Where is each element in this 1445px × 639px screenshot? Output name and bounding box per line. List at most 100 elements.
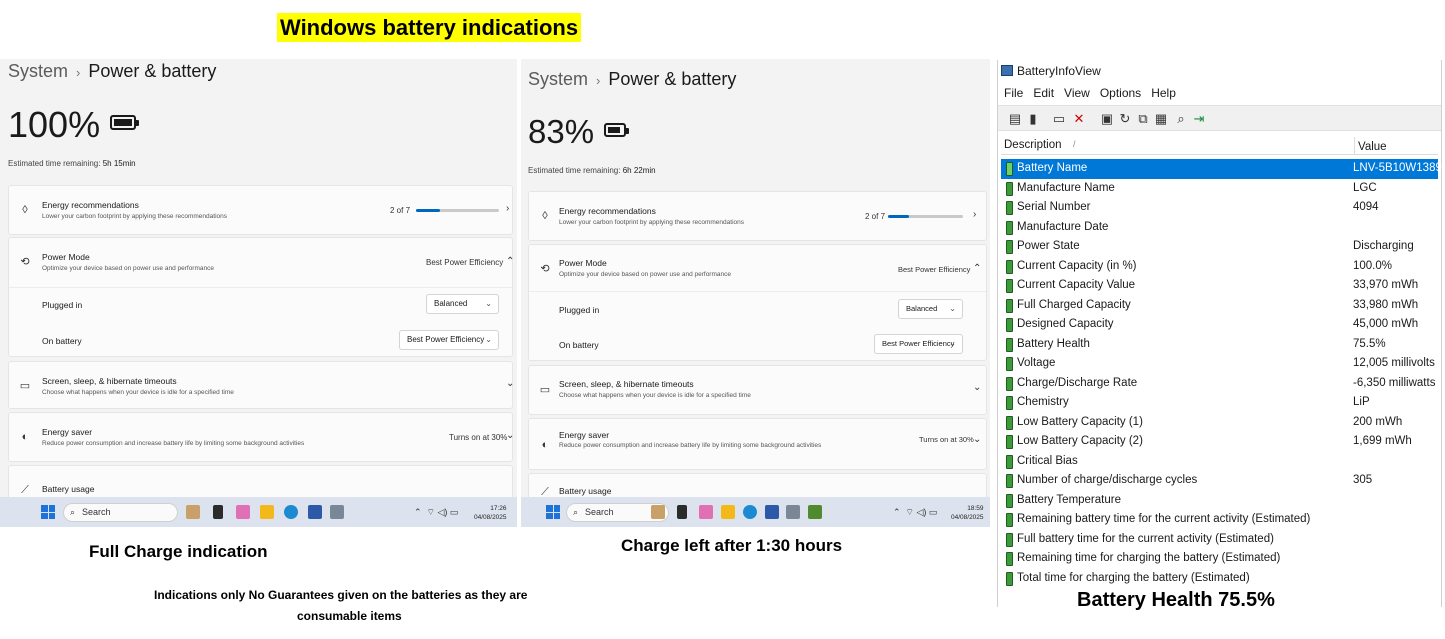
menu-view[interactable]: View <box>1064 86 1090 100</box>
list-item[interactable]: Chemistry LiP <box>1001 393 1438 413</box>
breadcrumb-parent[interactable]: System <box>528 69 588 89</box>
list-item[interactable]: Total time for charging the battery (Est… <box>1001 569 1438 589</box>
batteryinfoview-window: BatteryInfoView File Edit View Options Help … <box>997 60 1445 607</box>
store-icon[interactable] <box>765 505 779 519</box>
property-value: 75.5% <box>1353 337 1386 350</box>
list-item[interactable]: Battery Health 75.5% <box>1001 335 1438 355</box>
properties-icon[interactable]: ▤ <box>1008 111 1022 126</box>
widget-icon[interactable] <box>651 505 665 519</box>
list-item[interactable]: Current Capacity Value 33,970 mWh <box>1001 276 1438 296</box>
edge-icon[interactable] <box>743 505 757 519</box>
energy-title: Energy recommendations <box>559 206 656 216</box>
menu-file[interactable]: File <box>1004 86 1023 100</box>
chevron-up-icon[interactable]: ⌃ <box>506 256 514 267</box>
energy-saver-card[interactable]: ◐ Energy saver Reduce power consumption … <box>528 418 987 470</box>
breadcrumb-current: Power & battery <box>608 69 737 89</box>
list-item[interactable]: Battery Temperature <box>1001 491 1438 511</box>
task-view-icon[interactable] <box>213 505 223 519</box>
list-item[interactable]: Designed Capacity 45,000 mWh <box>1001 315 1438 335</box>
caption-charge-left: Charge left after 1:30 hours <box>621 536 843 555</box>
breadcrumb: System › Power & battery <box>8 61 216 82</box>
widget-icon[interactable] <box>186 505 200 519</box>
list-item[interactable]: Battery Name LNV-5B10W13894 <box>1001 159 1445 179</box>
settings-icon[interactable] <box>786 505 800 519</box>
property-name: Current Capacity (in %) <box>1017 259 1137 272</box>
store-icon[interactable] <box>308 505 322 519</box>
list-item[interactable]: Serial Number 4094 <box>1001 198 1438 218</box>
sleep-timeouts-card[interactable]: ▭ Screen, sleep, & hibernate timeouts Ch… <box>528 365 987 415</box>
task-view-icon[interactable] <box>677 505 687 519</box>
save-icon[interactable]: ▣ <box>1100 111 1114 126</box>
energy-recommendations-card[interactable]: ◊ Energy recommendations Lower your carb… <box>8 185 513 235</box>
column-value[interactable]: Value <box>1354 137 1387 155</box>
property-value: Discharging <box>1353 240 1414 252</box>
menu-help[interactable]: Help <box>1151 86 1176 100</box>
breadcrumb-parent[interactable]: System <box>8 61 68 81</box>
estimated-time-value: 5h 15min <box>102 159 136 168</box>
battery-view-icon[interactable]: ▮ <box>1026 111 1040 126</box>
list-item[interactable]: Full Charged Capacity 33,980 mWh <box>1001 296 1438 316</box>
list-item[interactable]: Full battery time for the current activi… <box>1001 530 1438 550</box>
menu-edit[interactable]: Edit <box>1033 86 1054 100</box>
exit-icon[interactable]: ⇥ <box>1192 111 1206 126</box>
on-battery-label: On battery <box>42 336 82 346</box>
delete-icon[interactable]: ✕ <box>1072 111 1086 126</box>
list-item[interactable]: Remaining time for charging the battery … <box>1001 549 1438 569</box>
property-name: Battery Health <box>1017 337 1090 350</box>
system-tray-icons[interactable]: ⌃ ⌔ ◁) ▭ <box>893 507 937 518</box>
on-battery-dropdown[interactable]: Best Power Efficiency ⌄ <box>874 334 963 354</box>
log-view-icon[interactable]: ▭ <box>1052 111 1066 126</box>
list-item[interactable]: Power State Discharging <box>1001 237 1438 257</box>
list-item[interactable]: Remaining battery time for the current a… <box>1001 510 1438 530</box>
property-name: Total time for charging the battery (Est… <box>1017 571 1250 584</box>
energy-recommendations-card[interactable]: ◊ Energy recommendations Lower your carb… <box>528 191 987 241</box>
batteryinfoview-taskbar-icon[interactable] <box>808 505 822 519</box>
on-battery-label: On battery <box>559 340 599 350</box>
power-mode-value[interactable]: Best Power Efficiency <box>426 258 503 267</box>
power-mode-value[interactable]: Best Power Efficiency <box>898 265 970 274</box>
find-icon[interactable]: ⌕ <box>1174 111 1188 126</box>
list-item[interactable]: Manufacture Name LGC <box>1001 179 1438 199</box>
column-description[interactable]: Description <box>1004 139 1062 151</box>
copilot-icon[interactable] <box>699 505 713 519</box>
property-name: Battery Temperature <box>1017 493 1121 506</box>
menu-options[interactable]: Options <box>1100 86 1141 100</box>
copilot-icon[interactable] <box>236 505 250 519</box>
caption-battery-health: Battery Health 75.5% <box>1077 589 1275 611</box>
chevron-up-icon[interactable]: ⌃ <box>973 263 981 274</box>
search-icon: ⌕ <box>573 507 579 517</box>
html-report-icon[interactable]: ▦ <box>1154 111 1168 126</box>
file-explorer-icon[interactable] <box>260 505 274 519</box>
start-icon[interactable] <box>546 505 560 519</box>
property-value: 4094 <box>1353 201 1379 213</box>
on-battery-dropdown[interactable]: Best Power Efficiency ⌄ <box>399 330 499 350</box>
battery-percent-row: 83% <box>528 113 630 151</box>
clock[interactable]: 17:26 04/08/2025 <box>474 504 507 522</box>
settings-icon[interactable] <box>330 505 344 519</box>
clock[interactable]: 18:59 04/08/2025 <box>951 504 984 522</box>
copy-icon[interactable]: ⧉ <box>1136 111 1150 126</box>
edge-icon[interactable] <box>284 505 298 519</box>
sleep-timeouts-card[interactable]: ▭ Screen, sleep, & hibernate timeouts Ch… <box>8 361 514 409</box>
energy-saver-card[interactable]: ◐ Energy saver Reduce power consumption … <box>8 412 514 462</box>
monitor-icon: ▭ <box>539 384 551 396</box>
list-item[interactable]: Critical Bias <box>1001 452 1438 472</box>
plugged-in-dropdown[interactable]: Balanced ⌄ <box>426 294 499 314</box>
taskbar-search[interactable]: ⌕ Search <box>63 503 178 522</box>
energy-progress-fill <box>416 209 440 212</box>
file-explorer-icon[interactable] <box>721 505 735 519</box>
list-item[interactable]: Low Battery Capacity (2) 1,699 mWh <box>1001 432 1438 452</box>
start-icon[interactable] <box>41 505 55 519</box>
energy-progress-bar <box>888 215 963 218</box>
list-item[interactable]: Number of charge/discharge cycles 305 <box>1001 471 1438 491</box>
list-item[interactable]: Low Battery Capacity (1) 200 mWh <box>1001 413 1438 433</box>
system-tray-icons[interactable]: ⌃ ⌔ ◁) ▭ <box>414 507 458 518</box>
property-value: 12,005 millivolts <box>1353 357 1435 369</box>
plugged-in-dropdown[interactable]: Balanced ⌄ <box>898 299 963 319</box>
list-item[interactable]: Charge/Discharge Rate -6,350 milliwatts <box>1001 374 1438 394</box>
energy-saver-subtitle: Reduce power consumption and increase ba… <box>559 442 822 449</box>
refresh-icon[interactable]: ↻ <box>1118 111 1132 126</box>
list-item[interactable]: Voltage 12,005 millivolts <box>1001 354 1438 374</box>
list-item[interactable]: Manufacture Date <box>1001 218 1438 238</box>
list-item[interactable]: Current Capacity (in %) 100.0% <box>1001 257 1438 277</box>
